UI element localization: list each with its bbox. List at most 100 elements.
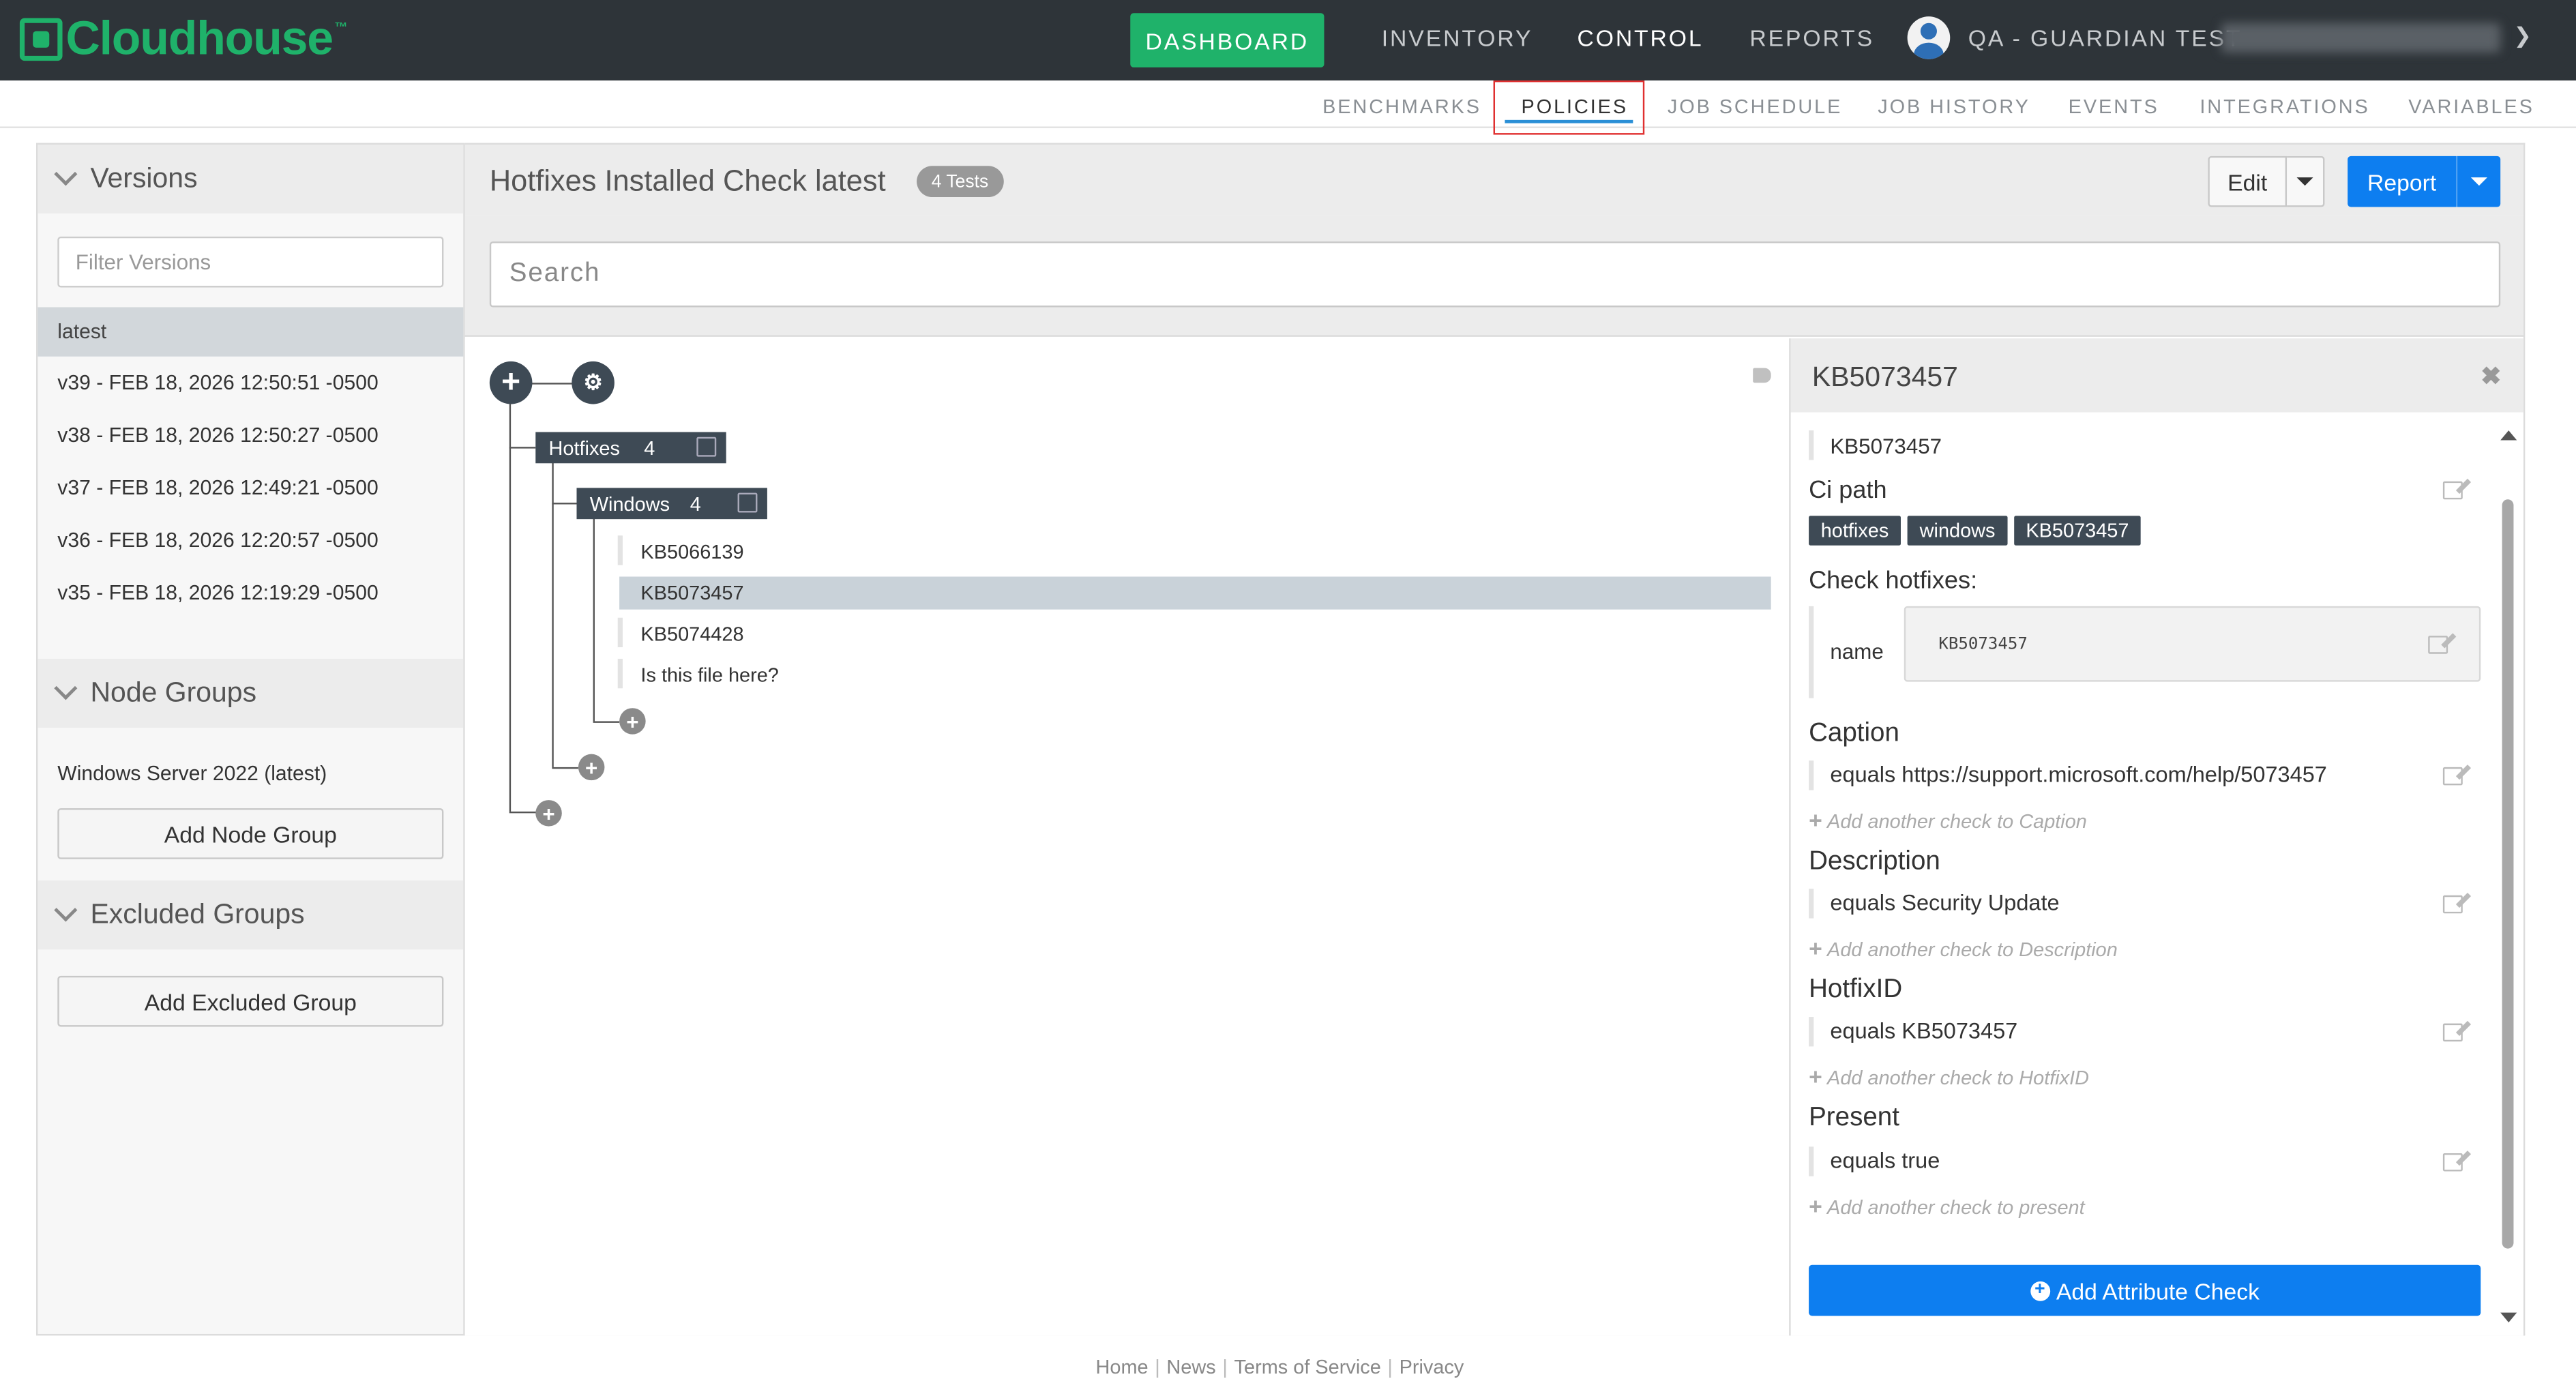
version-item-latest[interactable]: latest [38, 307, 464, 357]
tree-connector [509, 404, 512, 812]
add-root-icon[interactable]: + [489, 361, 533, 404]
edit-icon[interactable] [2442, 481, 2463, 500]
edit-icon[interactable] [2442, 1153, 2463, 1172]
node-count: 4 [644, 436, 655, 460]
caret-down-icon [2470, 177, 2487, 186]
tag-icon[interactable] [1753, 368, 1771, 383]
scroll-down-arrow-icon[interactable] [2500, 1312, 2517, 1323]
tree-node-hotfixes[interactable]: Hotfixes 4 [535, 432, 726, 464]
tree-leaf[interactable]: Is this file here? [619, 659, 1771, 692]
edit-icon[interactable] [737, 492, 758, 513]
footer-link-privacy[interactable]: Privacy [1400, 1355, 1464, 1378]
add-attribute-check-button[interactable]: + Add Attribute Check [1809, 1264, 2481, 1316]
version-item[interactable]: v38 - FEB 18, 2026 12:50:27 -0500 [38, 411, 463, 460]
version-item[interactable]: v36 - FEB 18, 2026 12:20:57 -0500 [38, 516, 463, 565]
tab-variables[interactable]: VARIABLES [2408, 95, 2534, 119]
scroll-thumb[interactable] [2502, 499, 2514, 1249]
app-root: Cloudhouse ™ DASHBOARD INVENTORY CONTROL… [0, 0, 2576, 1394]
footer-link-news[interactable]: News [1166, 1355, 1215, 1378]
edit-icon[interactable] [2428, 636, 2448, 654]
detail-name-line: KB5073457 [1830, 433, 1942, 459]
report-button[interactable]: Report [2348, 155, 2457, 207]
version-item[interactable]: v37 - FEB 18, 2026 12:49:21 -0500 [38, 463, 463, 512]
tree-connector [552, 461, 554, 767]
plus-icon: + [1809, 1063, 1822, 1090]
gear-icon[interactable]: ⚙ [572, 361, 615, 404]
add-group-icon[interactable]: + [535, 800, 562, 827]
edit-icon[interactable] [2442, 767, 2463, 786]
version-item[interactable]: v35 - FEB 18, 2026 12:19:29 -0500 [38, 568, 463, 617]
indent-bar [1809, 430, 1814, 460]
tab-job-history[interactable]: JOB HISTORY [1878, 95, 2030, 119]
chevron-down-icon [54, 162, 78, 186]
tree-connector [593, 721, 620, 723]
edit-icon[interactable] [2442, 895, 2463, 914]
chevron-down-icon[interactable]: ❯ [2513, 23, 2531, 50]
tree-leaf[interactable]: KB5074428 [619, 618, 1771, 651]
hotfixid-check: equals KB5073457 [1830, 1018, 2018, 1043]
plus-icon: + [1809, 806, 1822, 833]
nav-reports[interactable]: REPORTS [1749, 25, 1874, 51]
tests-count-badge: 4 Tests [917, 166, 1003, 198]
add-excluded-group-button[interactable]: Add Excluded Group [57, 975, 444, 1027]
logo-mark-icon [19, 18, 63, 61]
plus-circle-icon: + [2030, 1281, 2050, 1301]
footer-separator: | [1222, 1355, 1228, 1378]
tree-leaf-selected[interactable]: KB5073457 [619, 576, 1771, 610]
indent-bar [1809, 889, 1814, 919]
versions-header[interactable]: Versions [38, 144, 464, 214]
edit-dropdown-button[interactable] [2287, 155, 2325, 207]
node-group-item[interactable]: Windows Server 2022 (latest) [57, 762, 327, 786]
add-child-icon[interactable]: + [578, 754, 605, 781]
node-groups-header[interactable]: Node Groups [38, 658, 464, 728]
add-hotfixid-check-link[interactable]: + Add another check to HotfixID [1809, 1063, 2089, 1089]
versions-title: Versions [90, 162, 198, 194]
excluded-groups-title: Excluded Groups [90, 898, 305, 930]
add-hotfixid-check-text: Add another check to HotfixID [1827, 1066, 2090, 1090]
tab-job-schedule[interactable]: JOB SCHEDULE [1668, 95, 1842, 119]
close-icon[interactable]: ✖ [2481, 361, 2501, 391]
version-item[interactable]: v39 - FEB 18, 2026 12:50:51 -0500 [38, 358, 463, 407]
tab-events[interactable]: EVENTS [2069, 95, 2159, 119]
edit-icon[interactable] [696, 436, 717, 457]
tab-integrations[interactable]: INTEGRATIONS [2200, 95, 2369, 119]
add-caption-check-link[interactable]: + Add another check to Caption [1809, 807, 2087, 833]
tree-connector [509, 811, 537, 814]
user-menu-label[interactable]: QA - GUARDIAN TEST [1968, 25, 2242, 51]
ci-path-label: Ci path [1809, 476, 1887, 505]
footer-link-home[interactable]: Home [1096, 1355, 1149, 1378]
add-node-group-button[interactable]: Add Node Group [57, 808, 444, 859]
add-present-check-link[interactable]: + Add another check to present [1809, 1193, 2085, 1219]
tree-leaf[interactable]: KB5066139 [619, 535, 1771, 568]
caret-down-icon [2296, 177, 2313, 186]
excluded-groups-header[interactable]: Excluded Groups [38, 880, 464, 950]
nav-dashboard-button[interactable]: DASHBOARD [1130, 13, 1324, 68]
nav-inventory[interactable]: INVENTORY [1382, 25, 1533, 51]
tab-benchmarks[interactable]: BENCHMARKS [1322, 95, 1481, 119]
tab-policies[interactable]: POLICIES [1522, 95, 1628, 119]
nav-control[interactable]: CONTROL [1577, 25, 1703, 51]
edit-button[interactable]: Edit [2208, 155, 2288, 207]
search-bar-area: Search [464, 215, 2523, 337]
add-caption-check-text: Add another check to Caption [1827, 810, 2087, 833]
plus-icon: + [1809, 934, 1822, 962]
report-dropdown-button[interactable] [2456, 155, 2501, 207]
search-input[interactable]: Search [489, 241, 2501, 308]
indent-bar [1809, 760, 1814, 790]
indent-bar [1809, 606, 1814, 698]
user-avatar-icon[interactable] [1907, 16, 1951, 59]
filter-versions-input[interactable]: Filter Versions [57, 236, 444, 288]
trademark: ™ [334, 19, 347, 35]
detail-scrollbar[interactable] [2499, 424, 2517, 1327]
footer-link-terms[interactable]: Terms of Service [1234, 1355, 1381, 1378]
scroll-up-arrow-icon[interactable] [2500, 430, 2517, 441]
add-description-check-link[interactable]: + Add another check to Description [1809, 935, 2118, 962]
cloudhouse-logo[interactable]: Cloudhouse ™ [19, 12, 347, 65]
ci-path-chip: hotfixes [1809, 516, 1901, 546]
name-value-field[interactable]: KB5073457 [1904, 606, 2481, 682]
user-name-redacted [2221, 23, 2501, 53]
detail-panel: KB5073457 ✖ KB5073457 Ci path hotfixes w… [1789, 338, 2523, 1336]
add-leaf-icon[interactable]: + [619, 708, 646, 735]
edit-icon[interactable] [2442, 1023, 2463, 1042]
tree-node-windows[interactable]: Windows 4 [576, 488, 767, 520]
